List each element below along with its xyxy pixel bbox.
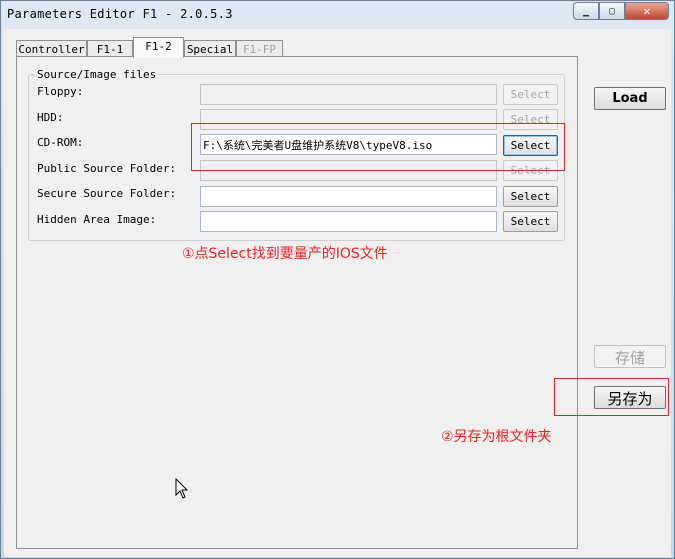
secure-source-folder-select-button[interactable]: Select xyxy=(503,186,558,207)
tab-f1-2[interactable]: F1-2 xyxy=(133,37,184,58)
tab-controller[interactable]: Controller xyxy=(16,40,87,57)
cd-rom-label: CD-ROM: xyxy=(37,136,84,149)
annotation-step-2: ②另存为根文件夹 xyxy=(441,429,552,445)
annotation-step-1: ①点Select找到要量产的IOS文件 xyxy=(182,246,388,262)
maximize-icon: ▢ xyxy=(608,5,616,17)
hidden-area-image-select-button[interactable]: Select xyxy=(503,211,558,232)
secure-source-folder-label: Secure Source Folder: xyxy=(37,187,177,200)
close-icon: ✕ xyxy=(643,4,651,18)
save-button: 存储 xyxy=(594,345,666,368)
tab-special[interactable]: Special xyxy=(184,40,236,57)
window-title: Parameters Editor F1 - 2.0.5.3 xyxy=(7,7,233,21)
client-area: Controller F1-1 F1-2 Special F1-FP Sourc… xyxy=(4,29,671,557)
tab-panel-f1-2: Source/Image files Floppy: Select HDD: S… xyxy=(16,56,578,549)
caption-buttons: ▁ ▢ ✕ xyxy=(573,2,669,21)
maximize-button[interactable]: ▢ xyxy=(599,2,625,20)
source-image-files-group: Source/Image files Floppy: Select HDD: S… xyxy=(28,68,565,241)
parameters-editor-window: Parameters Editor F1 - 2.0.5.3 ▁ ▢ ✕ Con… xyxy=(0,0,675,559)
tab-f1-fp: F1-FP xyxy=(236,40,283,57)
floppy-field xyxy=(200,84,497,105)
group-title: Source/Image files xyxy=(35,68,159,81)
close-button[interactable]: ✕ xyxy=(625,2,669,20)
hidden-area-image-field[interactable] xyxy=(200,211,497,232)
tab-f1-1[interactable]: F1-1 xyxy=(87,40,133,57)
cd-rom-select-button[interactable]: Select xyxy=(503,135,558,156)
minimize-button[interactable]: ▁ xyxy=(573,2,599,20)
minimize-icon: ▁ xyxy=(582,5,590,17)
save-as-button[interactable]: 另存为 xyxy=(594,386,666,409)
hdd-field xyxy=(200,109,497,130)
hidden-area-image-label: Hidden Area Image: xyxy=(37,213,157,226)
load-button[interactable]: Load xyxy=(594,87,666,110)
public-source-folder-field xyxy=(200,160,497,181)
cd-rom-field[interactable]: F:\系统\完美者U盘维护系统V8\typeV8.iso xyxy=(200,134,497,155)
floppy-label: Floppy: xyxy=(37,85,84,98)
floppy-select-button: Select xyxy=(503,84,558,105)
secure-source-folder-field[interactable] xyxy=(200,186,497,207)
public-source-folder-label: Public Source Folder: xyxy=(37,162,177,175)
public-source-folder-select-button: Select xyxy=(503,160,558,181)
hdd-label: HDD: xyxy=(37,111,64,124)
title-bar[interactable]: Parameters Editor F1 - 2.0.5.3 ▁ ▢ ✕ xyxy=(1,1,674,29)
mouse-cursor-icon xyxy=(175,478,189,499)
hdd-select-button: Select xyxy=(503,109,558,130)
